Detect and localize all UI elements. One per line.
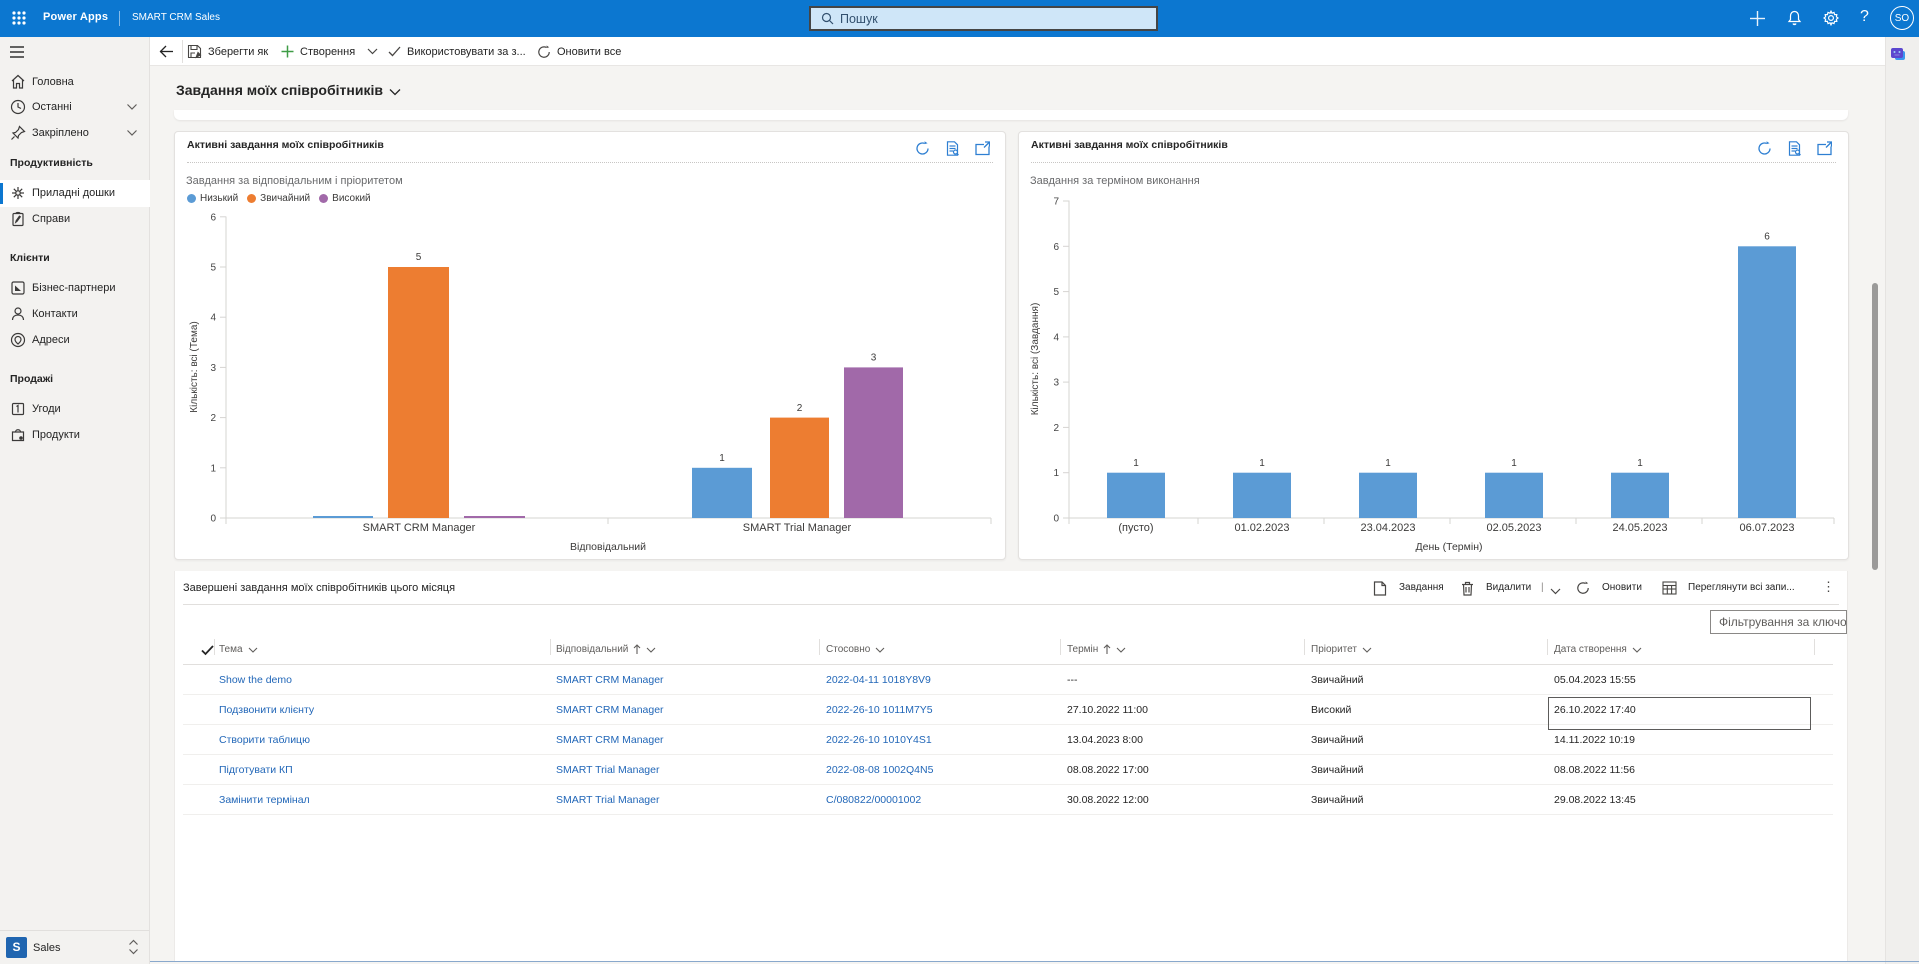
svg-text:5: 5 (416, 252, 422, 263)
svg-text:SMART CRM Manager: SMART CRM Manager (363, 522, 476, 534)
svg-text:02.05.2023: 02.05.2023 (1486, 522, 1541, 534)
svg-text:1: 1 (1053, 468, 1059, 479)
svg-text:6: 6 (1764, 232, 1770, 243)
svg-text:1: 1 (1385, 458, 1391, 469)
svg-text:01.02.2023: 01.02.2023 (1234, 522, 1289, 534)
svg-text:7: 7 (1053, 197, 1059, 208)
svg-text:Кількість: всі (Тема): Кількість: всі (Тема) (189, 321, 200, 412)
svg-text:1: 1 (1511, 458, 1517, 469)
svg-text:5: 5 (1053, 287, 1059, 298)
svg-text:День (Термін): День (Термін) (1416, 541, 1483, 553)
svg-text:1: 1 (1259, 458, 1265, 469)
svg-text:Відповідальний: Відповідальний (570, 541, 646, 553)
svg-text:06.07.2023: 06.07.2023 (1739, 522, 1794, 534)
svg-text:6: 6 (210, 212, 216, 223)
svg-text:3: 3 (1053, 378, 1059, 389)
svg-text:2: 2 (1053, 423, 1059, 434)
svg-text:3: 3 (210, 363, 216, 374)
svg-text:0: 0 (1053, 514, 1059, 525)
svg-text:4: 4 (210, 313, 216, 324)
svg-text:(пусто): (пусто) (1118, 522, 1153, 534)
svg-text:4: 4 (1053, 332, 1059, 343)
svg-text:2: 2 (797, 403, 803, 414)
svg-text:Кількість: всі (Завдання): Кількість: всі (Завдання) (1030, 303, 1041, 416)
svg-text:24.05.2023: 24.05.2023 (1612, 522, 1667, 534)
svg-text:1: 1 (1133, 458, 1139, 469)
svg-text:3: 3 (871, 353, 877, 364)
svg-text:6: 6 (1053, 242, 1059, 253)
svg-text:1: 1 (719, 453, 725, 464)
svg-text:2: 2 (210, 413, 216, 424)
svg-text:0: 0 (210, 514, 216, 525)
svg-text:23.04.2023: 23.04.2023 (1360, 522, 1415, 534)
svg-text:SMART Trial Manager: SMART Trial Manager (743, 522, 852, 534)
svg-text:5: 5 (210, 263, 216, 274)
svg-text:1: 1 (210, 463, 216, 474)
svg-text:1: 1 (1637, 458, 1643, 469)
